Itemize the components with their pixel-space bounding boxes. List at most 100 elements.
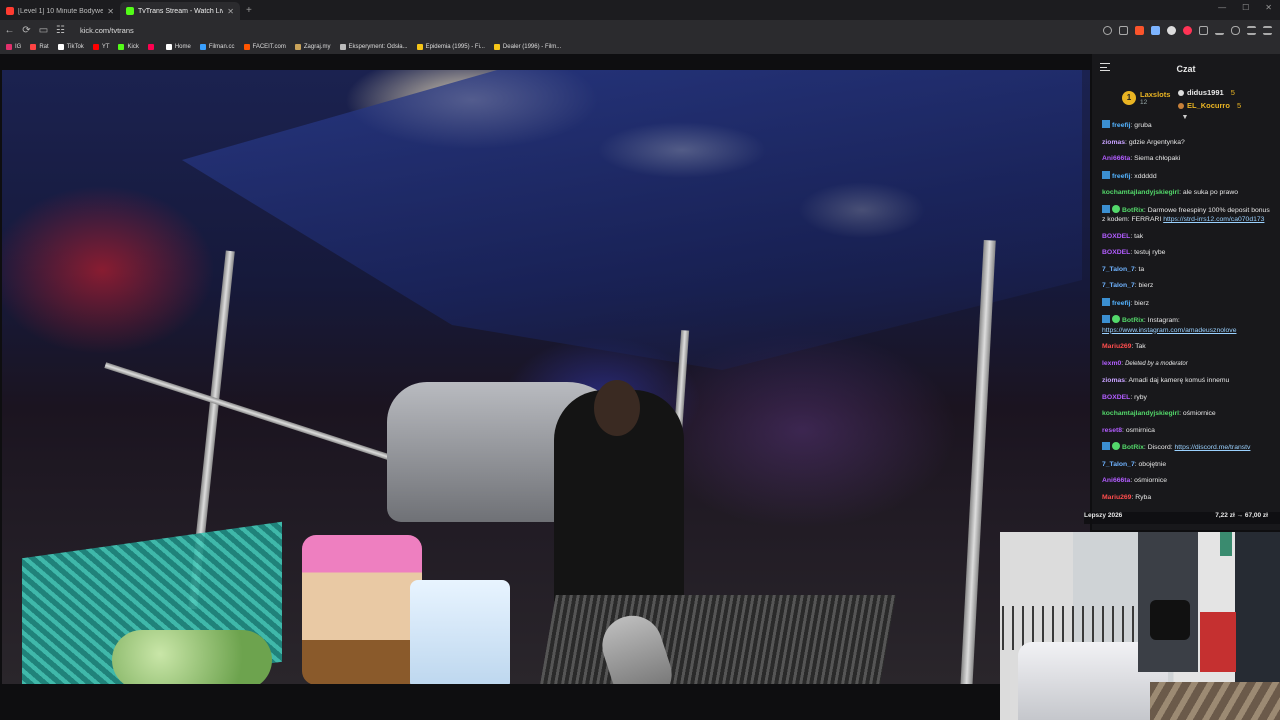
chat-username[interactable]: BotRix xyxy=(1122,444,1144,451)
expand-leaderboard-icon[interactable]: ▼ xyxy=(1180,114,1190,121)
new-tab-icon[interactable]: + xyxy=(246,5,252,16)
bookmark-item[interactable]: IG xyxy=(6,44,21,50)
chat-message: BotRix: Discord: https://discord.me/tran… xyxy=(1102,442,1272,453)
puzzle-icon[interactable] xyxy=(1199,25,1208,35)
bookmark-favicon-icon xyxy=(30,44,37,50)
chat-text: bierz xyxy=(1138,282,1154,289)
share-icon[interactable] xyxy=(1119,25,1128,35)
chat-username[interactable]: Mariu269 xyxy=(1102,343,1131,350)
bookmark-favicon-icon xyxy=(118,44,125,50)
chat-link[interactable]: https://discord.me/transtv xyxy=(1175,444,1251,451)
overlay-left: Lepszy 2026 xyxy=(1084,512,1123,519)
back-icon[interactable]: ← xyxy=(2,25,17,36)
bookmark-item[interactable]: Filman.cc xyxy=(199,44,235,50)
extension-icon[interactable] xyxy=(1167,25,1176,35)
close-window-icon[interactable]: ✕ xyxy=(1265,3,1272,12)
chat-username[interactable]: 7_Talon_7 xyxy=(1102,461,1135,468)
chat-username[interactable]: reset8 xyxy=(1102,427,1122,434)
chat-username[interactable]: freefij xyxy=(1112,173,1131,180)
chat-message: BOXDEL: tak xyxy=(1102,232,1272,242)
chat-username[interactable]: Ani666ta xyxy=(1102,477,1130,484)
bookmark-favicon-icon xyxy=(165,44,172,50)
leader-name: didus1991 xyxy=(1187,88,1224,97)
leaderboard-second[interactable]: didus1991 5 xyxy=(1178,88,1235,97)
bookmark-label: Home xyxy=(174,44,191,50)
bookmark-item[interactable]: Zagraj.my xyxy=(294,44,331,50)
chat-message: freefij: bierz xyxy=(1102,297,1272,309)
chat-message: 7_Talon_7: ta xyxy=(1102,265,1272,275)
chat-username[interactable]: BotRix xyxy=(1122,207,1144,214)
chat-username[interactable]: kochamtajlandyjskiegirl xyxy=(1102,410,1179,417)
menu-icon[interactable] xyxy=(1263,25,1272,35)
close-tab-icon[interactable]: ✕ xyxy=(107,7,114,16)
chat-username[interactable]: Mariu269 xyxy=(1102,494,1131,501)
bookmark-item[interactable]: Rat xyxy=(30,44,49,50)
bookmark-item[interactable]: Dealer (1996) - Film... xyxy=(493,44,561,50)
chat-message: ziomas: Amadi daj kamerę komuś innemu xyxy=(1102,376,1272,386)
chat-username[interactable]: kochamtajlandyjskiegirl xyxy=(1102,189,1179,196)
chat-link[interactable]: https://strd-irrs12.com/ca070d173 xyxy=(1163,216,1264,223)
bookmark-item[interactable]: TikTok xyxy=(57,44,84,50)
maximize-icon[interactable]: ☐ xyxy=(1242,3,1249,12)
bookmark-label: IG xyxy=(15,44,22,50)
chat-username[interactable]: freefij xyxy=(1112,122,1131,129)
bookmark-label: Rat xyxy=(39,44,49,50)
chat-text: ośmiornice xyxy=(1182,410,1216,417)
extension-icon[interactable] xyxy=(1183,25,1192,35)
tab-bodyweight[interactable]: [Level 1] 10 Minute Bodyweight Wo... ✕ xyxy=(0,2,120,20)
collapse-chat-icon[interactable] xyxy=(1100,63,1110,71)
link-icon[interactable] xyxy=(1231,25,1240,35)
chat-username[interactable]: lexm0 xyxy=(1102,360,1121,367)
chat-username[interactable]: ziomas xyxy=(1102,139,1125,146)
chat-text: Deleted by a moderator xyxy=(1125,360,1188,367)
chat-message: lexm0: Deleted by a moderator xyxy=(1102,359,1272,370)
chat-username[interactable]: BOXDEL xyxy=(1102,394,1130,401)
chat-link[interactable]: https://www.instagram.com/amadeusznolove xyxy=(1102,327,1237,334)
chat-username[interactable]: BOXDEL xyxy=(1102,249,1130,256)
verified-badge-icon xyxy=(1112,204,1120,213)
bookmark-favicon-icon xyxy=(294,44,301,50)
video-scene xyxy=(112,630,272,684)
bookmark-label: TikTok xyxy=(66,44,84,50)
leaderboard-third[interactable]: EL_Kocurro 5 xyxy=(1178,101,1241,110)
video-player[interactable] xyxy=(2,70,1090,684)
leaderboard-first[interactable]: 1 Laxslots 12 xyxy=(1122,90,1170,106)
chat-username[interactable]: 7_Talon_7 xyxy=(1102,266,1135,273)
chat-username[interactable]: Ani666ta xyxy=(1102,155,1130,162)
bookmark-item[interactable]: Kick xyxy=(118,44,139,50)
bookmark-item[interactable]: Epidemia (1995) - Fi... xyxy=(416,44,485,50)
close-tab-icon[interactable]: ✕ xyxy=(227,7,234,16)
zoom-icon[interactable] xyxy=(1103,25,1112,35)
chat-username[interactable]: 7_Talon_7 xyxy=(1102,282,1135,289)
bookmark-label: Filman.cc xyxy=(208,44,235,50)
webcam-scene xyxy=(1150,682,1280,720)
first-place-icon: 1 xyxy=(1122,91,1136,105)
chat-username[interactable]: freefij xyxy=(1112,300,1131,307)
bookmark-item[interactable]: FACEIT.com xyxy=(243,44,286,50)
tab-tvtrans[interactable]: TvTrans Stream - Watch Live ✕ xyxy=(120,2,240,20)
tab-title: TvTrans Stream - Watch Live xyxy=(138,7,224,15)
playlist-icon[interactable] xyxy=(1247,25,1256,35)
chat-message: ziomas: gdzie Argentynka? xyxy=(1102,138,1272,148)
audio-icon[interactable] xyxy=(1151,25,1160,35)
minimize-icon[interactable]: — xyxy=(1218,3,1226,12)
site-info-icon[interactable]: ☷ xyxy=(53,25,68,36)
brave-shield-icon[interactable] xyxy=(1135,25,1144,35)
download-icon[interactable] xyxy=(1215,26,1224,35)
reload-icon[interactable]: ⟳ xyxy=(19,25,34,36)
url-field[interactable]: kick.com/tvtrans xyxy=(80,26,1103,35)
address-bar-row: ← ⟳ ▭ ☷ kick.com/tvtrans xyxy=(0,20,1280,40)
window-controls: — ☐ ✕ xyxy=(1218,3,1272,12)
chat-username[interactable]: BotRix xyxy=(1122,317,1144,324)
overlay-right: 7,22 zł → 67,00 zł xyxy=(1215,512,1268,519)
bookmark-icon[interactable]: ▭ xyxy=(36,25,51,36)
bookmark-item[interactable]: Eksperyment: Odsła... xyxy=(339,44,408,50)
bookmark-label: FACEIT.com xyxy=(252,44,286,50)
bookmark-item[interactable]: YT xyxy=(92,44,109,50)
webcam-scene xyxy=(1150,600,1190,640)
third-place-icon xyxy=(1178,102,1184,109)
bookmark-item[interactable] xyxy=(147,44,157,50)
chat-username[interactable]: BOXDEL xyxy=(1102,233,1130,240)
chat-username[interactable]: ziomas xyxy=(1102,377,1125,384)
bookmark-item[interactable]: Home xyxy=(165,44,191,50)
